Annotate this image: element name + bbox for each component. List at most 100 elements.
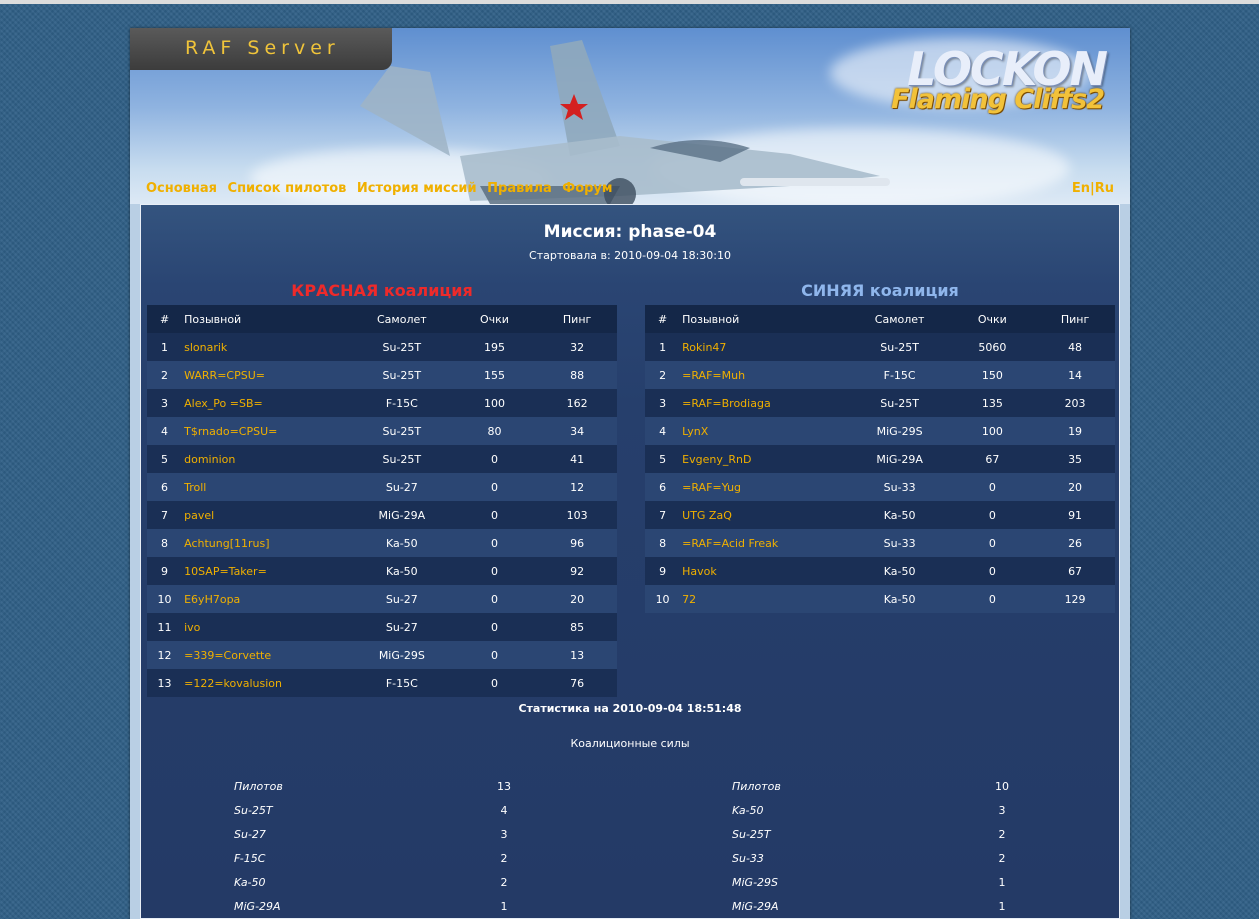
col-plane: Самолет	[351, 305, 452, 333]
cell-points: 0	[949, 557, 1036, 585]
cell-num: 1	[645, 333, 681, 361]
pilot-nick-link[interactable]: Achtung[11rus]	[182, 529, 352, 557]
pilot-nick-link[interactable]: E6yH7opa	[182, 585, 352, 613]
cell-plane: Ka-50	[351, 529, 452, 557]
cell-ping: 203	[1035, 389, 1115, 417]
cell-ping: 96	[537, 529, 617, 557]
cell-plane: F-15C	[351, 389, 452, 417]
forces-count: 2	[500, 852, 508, 865]
cell-plane: Su-25T	[849, 333, 950, 361]
cell-num: 8	[147, 529, 183, 557]
cell-plane: Ka-50	[849, 557, 950, 585]
pilot-nick-link[interactable]: dominion	[182, 445, 352, 473]
red-players-table: # Позывной Самолет Очки Пинг 1 slonarik Su…	[147, 305, 617, 697]
cell-plane: Su-25T	[849, 389, 950, 417]
forces-label: Su-27	[234, 828, 266, 841]
cell-points: 150	[949, 361, 1036, 389]
lang-en[interactable]: En	[1072, 181, 1090, 196]
pilot-nick-link[interactable]: T$rnado=CPSU=	[182, 417, 352, 445]
nav-forum[interactable]: Форум	[562, 181, 612, 196]
mission-content: Миссия: phase-04 Стартовала в: 2010-09-0…	[140, 204, 1120, 919]
cell-ping: 129	[1035, 585, 1115, 613]
pilot-nick-link[interactable]: LynX	[680, 417, 850, 445]
col-points: Очки	[949, 305, 1036, 333]
table-row: 4 T$rnado=CPSU= Su-25T 80 34	[147, 417, 617, 445]
cell-ping: 19	[1035, 417, 1115, 445]
forces-label: MiG-29S	[732, 876, 779, 889]
cell-plane: Su-27	[351, 613, 452, 641]
table-row: 1 slonarik Su-25T 195 32	[147, 333, 617, 361]
nav-mission-history[interactable]: История миссий	[357, 181, 477, 196]
forces-row: Su-33 2	[732, 847, 1032, 871]
cell-plane: Su-33	[849, 529, 950, 557]
forces-count: 2	[998, 852, 1006, 865]
pilot-nick-link[interactable]: Alex_Po =SB=	[182, 389, 352, 417]
cell-plane: Ka-50	[351, 557, 452, 585]
pilot-nick-link[interactable]: Evgeny_RnD	[680, 445, 850, 473]
pilot-nick-link[interactable]: UTG ZaQ	[680, 501, 850, 529]
mission-start-time: Стартовала в: 2010-09-04 18:30:10	[529, 249, 731, 262]
col-plane: Самолет	[849, 305, 950, 333]
table-row: 9 10SAP=Taker= Ka-50 0 92	[147, 557, 617, 585]
cell-plane: Su-25T	[351, 333, 452, 361]
main-nav: Основная Список пилотов История миссий П…	[146, 181, 619, 196]
forces-row: MiG-29A 1	[732, 895, 1032, 919]
cell-num: 3	[147, 389, 183, 417]
pilot-nick-link[interactable]: WARR=CPSU=	[182, 361, 352, 389]
pilot-nick-link[interactable]: slonarik	[182, 333, 352, 361]
pilot-nick-link[interactable]: 72	[680, 585, 850, 613]
cell-num: 5	[147, 445, 183, 473]
pilot-nick-link[interactable]: =RAF=Brodiaga	[680, 389, 850, 417]
nav-rules[interactable]: Правила	[487, 181, 552, 196]
cell-num: 2	[147, 361, 183, 389]
cell-points: 0	[451, 613, 538, 641]
red-forces-list: Пилотов 13 Su-25T 4 Su-27 3 F-15C 2 Ka-50 2 MiG-29…	[234, 775, 534, 919]
browser-top-border	[0, 0, 1259, 4]
table-row: 4 LynX MiG-29S 100 19	[645, 417, 1115, 445]
table-header-row: # Позывной Самолет Очки Пинг	[147, 305, 617, 333]
pilot-nick-link[interactable]: Troll	[182, 473, 352, 501]
cell-ping: 12	[537, 473, 617, 501]
cell-num: 3	[645, 389, 681, 417]
forces-row: Su-25T 4	[234, 799, 534, 823]
forces-label: Пилотов	[234, 780, 283, 793]
cell-ping: 35	[1035, 445, 1115, 473]
cell-points: 195	[451, 333, 538, 361]
pilot-nick-link[interactable]: pavel	[182, 501, 352, 529]
table-row: 10 E6yH7opa Su-27 0 20	[147, 585, 617, 613]
pilot-nick-link[interactable]: Havok	[680, 557, 850, 585]
cell-num: 6	[645, 473, 681, 501]
table-row: 9 Havok Ka-50 0 67	[645, 557, 1115, 585]
forces-count: 2	[500, 876, 508, 889]
table-header-row: # Позывной Самолет Очки Пинг	[645, 305, 1115, 333]
nav-main[interactable]: Основная	[146, 181, 217, 196]
cell-num: 6	[147, 473, 183, 501]
blue-coalition-title: СИНЯЯ коалиция	[801, 281, 959, 300]
cell-points: 5060	[949, 333, 1036, 361]
lang-ru[interactable]: Ru	[1095, 181, 1114, 196]
cell-num: 4	[147, 417, 183, 445]
table-row: 3 =RAF=Brodiaga Su-25T 135 203	[645, 389, 1115, 417]
cell-ping: 92	[537, 557, 617, 585]
stats-title: Статистика на 2010-09-04 18:51:48	[518, 702, 742, 715]
cell-ping: 162	[537, 389, 617, 417]
logo-flaming-cliffs-text: Flaming Cliffs2	[891, 84, 1105, 115]
pilot-nick-link[interactable]: =RAF=Acid Freak	[680, 529, 850, 557]
pilot-nick-link[interactable]: =RAF=Muh	[680, 361, 850, 389]
cell-plane: F-15C	[849, 361, 950, 389]
pilot-nick-link[interactable]: 10SAP=Taker=	[182, 557, 352, 585]
cell-plane: Su-27	[351, 473, 452, 501]
pilot-nick-link[interactable]: =122=kovalusion	[182, 669, 352, 697]
cell-points: 135	[949, 389, 1036, 417]
cell-plane: Ka-50	[849, 585, 950, 613]
red-coalition-title: КРАСНАЯ коалиция	[291, 281, 473, 300]
pilot-nick-link[interactable]: Rokin47	[680, 333, 850, 361]
forces-label: Su-33	[732, 852, 764, 865]
pilot-nick-link[interactable]: ivo	[182, 613, 352, 641]
nav-pilot-list[interactable]: Список пилотов	[228, 181, 347, 196]
pilot-nick-link[interactable]: =339=Corvette	[182, 641, 352, 669]
cell-points: 0	[451, 585, 538, 613]
pilot-nick-link[interactable]: =RAF=Yug	[680, 473, 850, 501]
table-row: 2 WARR=CPSU= Su-25T 155 88	[147, 361, 617, 389]
page-container: RAF Server LOCKON Flaming Cliffs2 Основн…	[130, 28, 1130, 919]
